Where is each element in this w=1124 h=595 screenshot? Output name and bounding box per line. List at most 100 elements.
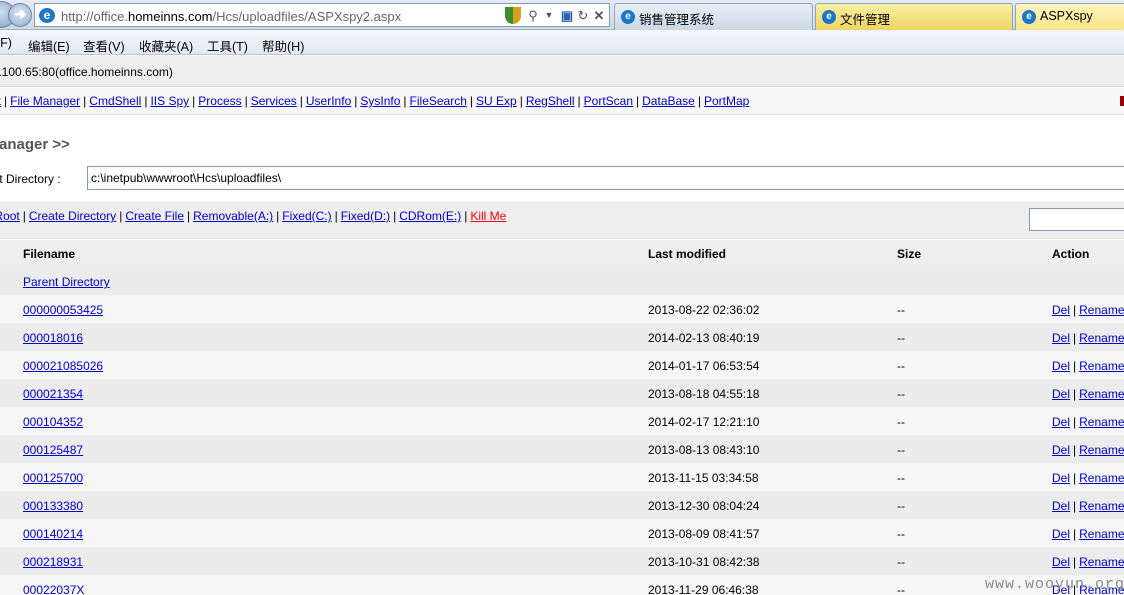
rename-link[interactable]: Rename (1079, 499, 1124, 513)
menu-edit[interactable]: 编辑(E) (28, 36, 70, 55)
host-info-bar: 23.100.65:80(office.homeinns.com) (0, 56, 1124, 87)
rename-link[interactable]: Rename (1079, 471, 1124, 485)
nav-filesearch[interactable]: FileSearch (410, 94, 467, 108)
del-link[interactable]: Del (1052, 471, 1070, 485)
file-name-link[interactable]: 000140214 (23, 527, 83, 541)
current-directory-input[interactable] (87, 166, 1124, 190)
size-cell: -- (897, 359, 905, 373)
nav-su-exp[interactable]: SU Exp (476, 94, 517, 108)
search-icon[interactable]: ⚲ (525, 7, 541, 24)
col-last-modified: Last modified (648, 247, 727, 261)
dropdown-icon[interactable]: ▼ (541, 7, 557, 24)
menu-tools[interactable]: 工具(T) (207, 36, 248, 55)
last-modified-cell: 2013-08-09 08:41:57 (648, 527, 760, 541)
shield-icon[interactable] (505, 7, 521, 24)
drive-bar: ebRoot|Create Directory|Create File|Remo… (0, 201, 1124, 239)
file-name-link[interactable]: 000021354 (23, 387, 83, 401)
action-cell: Del | Rename (1052, 555, 1124, 569)
nav-iis-spy[interactable]: IIS Spy (150, 94, 189, 108)
rename-link[interactable]: Rename (1079, 331, 1124, 345)
rename-link[interactable]: Rename (1079, 527, 1124, 541)
drive-removable-a[interactable]: Removable(A:) (193, 209, 273, 223)
nav-portmap[interactable]: PortMap (704, 94, 749, 108)
del-link[interactable]: Del (1052, 415, 1070, 429)
rename-link[interactable]: Rename (1079, 387, 1124, 401)
drive-links: ebRoot|Create Directory|Create File|Remo… (0, 209, 506, 223)
del-link[interactable]: Del (1052, 331, 1070, 345)
nav-file-manager[interactable]: File Manager (10, 94, 80, 108)
compatibility-icon[interactable]: ▣ (559, 7, 575, 24)
parent-directory-link[interactable]: Parent Directory (23, 275, 110, 289)
nav-logout[interactable]: ut (0, 94, 1, 108)
drive-fixed-c[interactable]: Fixed(C:) (282, 209, 331, 223)
nav-portscan[interactable]: PortScan (584, 94, 633, 108)
menu-file[interactable]: (F) (0, 36, 12, 50)
nav-cmdshell[interactable]: CmdShell (89, 94, 141, 108)
file-name-link[interactable]: 000018016 (23, 331, 83, 345)
last-modified-cell: 2013-08-18 04:55:18 (648, 387, 760, 401)
size-cell: -- (897, 331, 905, 345)
menu-help[interactable]: 帮助(H) (262, 36, 304, 55)
drive-cdrom-e[interactable]: CDRom(E:) (399, 209, 461, 223)
nav-sysinfo[interactable]: SysInfo (360, 94, 400, 108)
current-directory-label: rrent Directory : (0, 172, 61, 186)
kill-me-link[interactable]: Kill Me (470, 209, 506, 223)
rename-link[interactable]: Rename (1079, 303, 1124, 317)
nav-services[interactable]: Services (251, 94, 297, 108)
file-name-link[interactable]: 000021085026 (23, 359, 103, 373)
forward-arrow-icon[interactable]: ➜ (8, 3, 32, 27)
file-name-link[interactable]: 00022037X (23, 583, 84, 595)
col-action: Action (1052, 247, 1090, 261)
table-row: 000125487 2013-08-13 08:43:10 -- Del | Rename (0, 435, 1124, 463)
nav-process[interactable]: Process (198, 94, 241, 108)
refresh-icon[interactable]: ↻ (575, 7, 591, 24)
del-link[interactable]: Del (1052, 527, 1070, 541)
action-cell: Del | Rename (1052, 443, 1124, 457)
file-name-link[interactable]: 000125700 (23, 471, 83, 485)
nav-userinfo[interactable]: UserInfo (306, 94, 351, 108)
menu-view[interactable]: 查看(V) (83, 36, 125, 55)
del-link[interactable]: Del (1052, 555, 1070, 569)
tab-sales-system[interactable]: e 销售管理系统 (614, 3, 813, 30)
upload-file-input[interactable] (1029, 208, 1124, 231)
rename-link[interactable]: Rename (1079, 555, 1124, 569)
url-field[interactable]: e http://office.homeinns.com/Hcs/uploadf… (34, 3, 610, 27)
nav-regshell[interactable]: RegShell (526, 94, 575, 108)
nav-database[interactable]: DataBase (642, 94, 695, 108)
last-modified-cell: 2013-11-15 03:34:58 (648, 471, 759, 485)
tab-aspxspy[interactable]: e ASPXspy (1015, 3, 1124, 30)
size-cell: -- (897, 415, 905, 429)
tool-nav-bar: ut|File Manager|CmdShell|IIS Spy|Process… (0, 87, 1124, 115)
file-name-link[interactable]: 000104352 (23, 415, 83, 429)
del-link[interactable]: Del (1052, 387, 1070, 401)
parent-directory-row: Parent Directory (0, 267, 1124, 295)
size-cell: -- (897, 499, 905, 513)
action-cell: Del | Rename (1052, 303, 1124, 317)
file-name-link[interactable]: 000218931 (23, 555, 83, 569)
menu-favorites[interactable]: 收藏夹(A) (139, 36, 193, 55)
table-row: 000133380 2013-12-30 08:04:24 -- Del | Rename (0, 491, 1124, 519)
rename-link[interactable]: Rename (1079, 415, 1124, 429)
create-file-link[interactable]: Create File (125, 209, 184, 223)
tab-file-management[interactable]: e 文件管理 (815, 3, 1013, 30)
table-row: 000104352 2014-02-17 12:21:10 -- Del | Rename (0, 407, 1124, 435)
col-filename: Filename (23, 247, 76, 261)
del-link[interactable]: Del (1052, 303, 1070, 317)
tab-label: 文件管理 (840, 13, 891, 27)
size-cell: -- (897, 303, 905, 317)
del-link[interactable]: Del (1052, 359, 1070, 373)
action-cell: Del | Rename (1052, 387, 1124, 401)
file-name-link[interactable]: 000000053425 (23, 303, 103, 317)
file-name-link[interactable]: 000125487 (23, 443, 83, 457)
del-link[interactable]: Del (1052, 499, 1070, 513)
file-name-link[interactable]: 000133380 (23, 499, 83, 513)
rename-link[interactable]: Rename (1079, 359, 1124, 373)
webroot-link[interactable]: ebRoot (0, 209, 20, 223)
create-directory-link[interactable]: Create Directory (29, 209, 116, 223)
last-modified-cell: 2013-08-13 08:43:10 (648, 443, 760, 457)
close-icon[interactable]: ✕ (591, 7, 607, 24)
action-cell: Del | Rename (1052, 331, 1124, 345)
rename-link[interactable]: Rename (1079, 443, 1124, 457)
drive-fixed-d[interactable]: Fixed(D:) (341, 209, 390, 223)
del-link[interactable]: Del (1052, 443, 1070, 457)
